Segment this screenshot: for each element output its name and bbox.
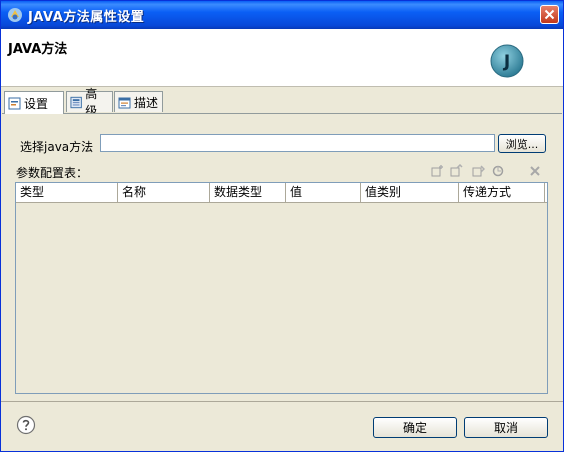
- footer-divider: [1, 401, 563, 402]
- tab-label: 设置: [24, 96, 49, 111]
- tab-description[interactable]: 描述: [114, 91, 163, 112]
- title-bar[interactable]: JAVA方法属性设置: [1, 1, 563, 29]
- java-method-label: 选择java方法: [20, 140, 94, 154]
- column-header-data-type[interactable]: 数据类型: [210, 183, 286, 202]
- window-title: JAVA方法属性设置: [28, 9, 145, 25]
- tab-settings[interactable]: 设置: [4, 91, 64, 114]
- close-icon: [544, 9, 555, 20]
- advanced-tab-icon: [70, 96, 82, 108]
- column-header-value-category[interactable]: 值类别: [361, 183, 459, 202]
- description-tab-icon: [118, 97, 131, 108]
- ok-button[interactable]: 确定: [373, 417, 457, 438]
- add-param-icon[interactable]: [430, 164, 444, 178]
- tab-advanced[interactable]: 高级: [66, 87, 113, 118]
- insert-param-icon[interactable]: [449, 164, 463, 178]
- java-logo-icon: J: [490, 44, 524, 78]
- move-param-icon[interactable]: [471, 164, 485, 178]
- tab-label: 描述: [134, 95, 159, 110]
- browse-button[interactable]: 浏览...: [498, 134, 546, 153]
- column-header-value[interactable]: 值: [286, 183, 361, 202]
- java-method-input[interactable]: [100, 134, 495, 152]
- params-label: 参数配置表：: [16, 166, 89, 180]
- app-icon: [8, 8, 22, 22]
- logo-letter: J: [503, 52, 510, 72]
- settings-tab-icon: [8, 97, 21, 109]
- close-button[interactable]: [540, 5, 559, 24]
- dialog-window: JAVA方法属性设置 JAVA方法 J 设置 高级 描述 选择java方法 浏览…: [0, 0, 564, 452]
- column-header-name[interactable]: 名称: [118, 183, 210, 202]
- params-table[interactable]: 类型 名称 数据类型 值 值类别 传递方式: [15, 182, 548, 394]
- delete-param-icon[interactable]: [528, 164, 542, 178]
- tab-bar: 设置 高级 描述: [1, 87, 563, 118]
- cancel-button[interactable]: 取消: [464, 417, 548, 438]
- edit-param-icon[interactable]: [491, 164, 505, 178]
- column-header-type[interactable]: 类型: [16, 183, 118, 202]
- help-icon[interactable]: [16, 415, 36, 435]
- header-title: JAVA方法: [8, 42, 68, 57]
- dialog-header: JAVA方法 J: [1, 29, 563, 87]
- table-header: 类型 名称 数据类型 值 值类别 传递方式: [16, 183, 547, 203]
- column-header-pass-mode[interactable]: 传递方式: [459, 183, 545, 202]
